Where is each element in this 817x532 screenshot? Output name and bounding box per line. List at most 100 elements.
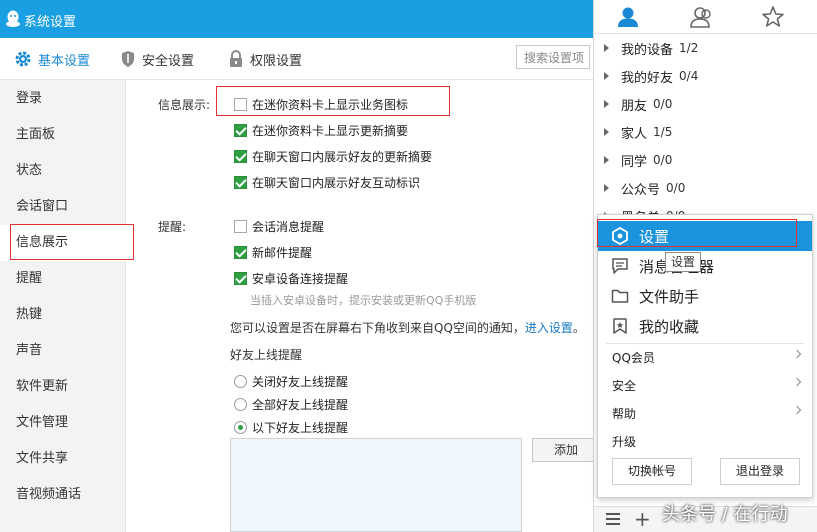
contact-group[interactable]: 公众号 0/0 xyxy=(594,174,817,202)
lock-icon xyxy=(230,50,242,67)
expand-arrow-icon xyxy=(604,184,609,192)
expand-arrow-icon xyxy=(604,44,609,52)
qzone-notice: 您可以设置是否在屏幕右下角收到来自QQ空间的通知，进入设置。 xyxy=(230,319,585,336)
menu-item-settings[interactable]: 设置 xyxy=(598,221,812,251)
menu-item-upgrade[interactable]: 升级 xyxy=(598,427,812,455)
group-name: 家人 xyxy=(621,126,648,142)
checkbox[interactable] xyxy=(234,246,247,259)
group-count: 0/0 xyxy=(653,153,673,167)
group-icon[interactable] xyxy=(689,4,715,30)
chevron-right-icon xyxy=(792,377,802,387)
contact-group[interactable]: 我的好友 0/4 xyxy=(594,62,817,90)
settings-search-input[interactable]: 搜索设置项 xyxy=(516,45,590,69)
radio-all-friends-online[interactable]: 全部好友上线提醒 xyxy=(234,396,348,413)
star-icon[interactable] xyxy=(760,4,786,30)
settings-sidebar: 登录 主面板 状态 会话窗口 信息展示 提醒 热键 声音 软件更新 文件管理 文… xyxy=(0,80,126,532)
shield-icon xyxy=(122,51,134,67)
reminder-option-chat-message[interactable]: 会话消息提醒 xyxy=(234,218,324,235)
reminder-option-android-device[interactable]: 安卓设备连接提醒 xyxy=(234,270,348,287)
menu-item-security[interactable]: 安全 xyxy=(598,371,812,399)
info-option-update-summary[interactable]: 在迷你资料卡上显示更新摘要 xyxy=(234,122,408,139)
sidebar-item-main-panel[interactable]: 主面板 xyxy=(0,117,126,153)
menu-item-file-assistant[interactable]: 文件助手 xyxy=(598,281,812,311)
add-friend-button[interactable]: 添加 xyxy=(532,438,600,462)
contact-icon[interactable] xyxy=(615,4,641,30)
radio-label: 关闭好友上线提醒 xyxy=(252,375,349,389)
radio-close-friend-online[interactable]: 关闭好友上线提醒 xyxy=(234,373,348,390)
sidebar-item-info-display[interactable]: 信息展示 xyxy=(0,225,126,261)
qq-panel-tabs xyxy=(594,0,817,34)
info-option-chat-friend-summary[interactable]: 在聊天窗口内展示好友的更新摘要 xyxy=(234,148,432,165)
radio-following-friends-online[interactable]: 以下好友上线提醒 xyxy=(234,419,348,436)
sidebar-item-av-call[interactable]: 音视频通话 xyxy=(0,477,126,513)
sidebar-item-file-management[interactable]: 文件管理 xyxy=(0,405,126,441)
sidebar-item-reminder[interactable]: 提醒 xyxy=(0,261,126,297)
radio-label: 以下好友上线提醒 xyxy=(252,421,349,435)
info-display-label: 信息展示: xyxy=(158,98,211,112)
expand-arrow-icon xyxy=(604,72,609,80)
contact-group[interactable]: 家人 1/5 xyxy=(594,118,817,146)
contact-group[interactable]: 朋友 0/0 xyxy=(594,90,817,118)
group-count: 0/0 xyxy=(653,97,673,111)
tab-security-settings[interactable]: 安全设置 xyxy=(120,49,194,69)
group-count: 0/0 xyxy=(666,181,686,195)
checkbox[interactable] xyxy=(234,272,247,285)
sidebar-item-software-update[interactable]: 软件更新 xyxy=(0,369,126,405)
switch-account-button[interactable]: 切换帐号 xyxy=(612,458,692,485)
group-name: 我的好友 xyxy=(621,70,674,86)
menu-item-label: 帮助 xyxy=(612,406,637,421)
option-label: 会话消息提醒 xyxy=(252,220,325,234)
watermark: 头条号 / 在行动 xyxy=(662,504,788,525)
settings-tabs: 基本设置 安全设置 权限设置 搜索设置项 xyxy=(0,38,600,80)
menu-item-label: 升级 xyxy=(612,434,637,449)
radio-button[interactable] xyxy=(234,398,247,411)
tab-basic-settings[interactable]: 基本设置 xyxy=(14,49,90,69)
radio-button[interactable] xyxy=(234,421,247,434)
sidebar-item-chat-window[interactable]: 会话窗口 xyxy=(0,189,126,225)
menu-item-label: 我的收藏 xyxy=(639,317,700,336)
tab-label: 安全设置 xyxy=(142,53,195,69)
group-name: 公众号 xyxy=(621,182,661,198)
menu-item-qq-vip[interactable]: QQ会员 xyxy=(598,343,812,371)
tab-permission-settings[interactable]: 权限设置 xyxy=(228,49,302,69)
tab-label: 基本设置 xyxy=(38,53,91,69)
radio-label: 全部好友上线提醒 xyxy=(252,398,349,412)
radio-button[interactable] xyxy=(234,375,247,388)
sidebar-item-status[interactable]: 状态 xyxy=(0,153,126,189)
chevron-right-icon xyxy=(792,405,802,415)
sidebar-item-login[interactable]: 登录 xyxy=(0,81,126,117)
option-label: 在迷你资料卡上显示更新摘要 xyxy=(252,124,409,138)
checkbox[interactable] xyxy=(234,124,247,137)
contact-group[interactable]: 同学 0/0 xyxy=(594,146,817,174)
title-bar: 系统设置 xyxy=(0,0,600,38)
checkbox[interactable] xyxy=(234,98,247,111)
reminder-label: 提醒: xyxy=(158,220,187,234)
expand-arrow-icon xyxy=(604,100,609,108)
sidebar-item-file-sharing[interactable]: 文件共享 xyxy=(0,441,126,477)
main-menu-icon[interactable] xyxy=(606,513,620,525)
sidebar-item-sound[interactable]: 声音 xyxy=(0,333,126,369)
menu-item-help[interactable]: 帮助 xyxy=(598,399,812,427)
reminder-option-new-mail[interactable]: 新邮件提醒 xyxy=(234,244,312,261)
option-label: 新邮件提醒 xyxy=(252,246,313,260)
group-count: 1/5 xyxy=(653,125,673,139)
logout-button[interactable]: 退出登录 xyxy=(720,458,800,485)
checkbox[interactable] xyxy=(234,150,247,163)
option-label: 在聊天窗口内展示好友互动标识 xyxy=(252,176,421,190)
menu-item-label: 设置 xyxy=(639,227,670,246)
gear-icon xyxy=(15,51,31,67)
checkbox[interactable] xyxy=(234,176,247,189)
settings-icon xyxy=(612,227,628,245)
menu-item-message-manager[interactable]: 消息管理器 xyxy=(598,251,812,281)
sidebar-item-hotkey[interactable]: 热键 xyxy=(0,297,126,333)
info-option-business-icon[interactable]: 在迷你资料卡上显示业务图标 xyxy=(234,96,408,113)
qzone-settings-link[interactable]: 进入设置 xyxy=(525,321,573,335)
info-option-interaction-badge[interactable]: 在聊天窗口内展示好友互动标识 xyxy=(234,174,420,191)
menu-item-my-favorites[interactable]: 我的收藏 xyxy=(598,311,812,341)
contact-group[interactable]: 我的设备 1/2 xyxy=(594,34,817,62)
menu-item-label: 文件助手 xyxy=(639,287,700,306)
add-icon[interactable]: + xyxy=(634,508,651,530)
checkbox[interactable] xyxy=(234,220,247,233)
option-label: 在聊天窗口内展示好友的更新摘要 xyxy=(252,150,433,164)
friend-online-list[interactable] xyxy=(230,438,522,532)
